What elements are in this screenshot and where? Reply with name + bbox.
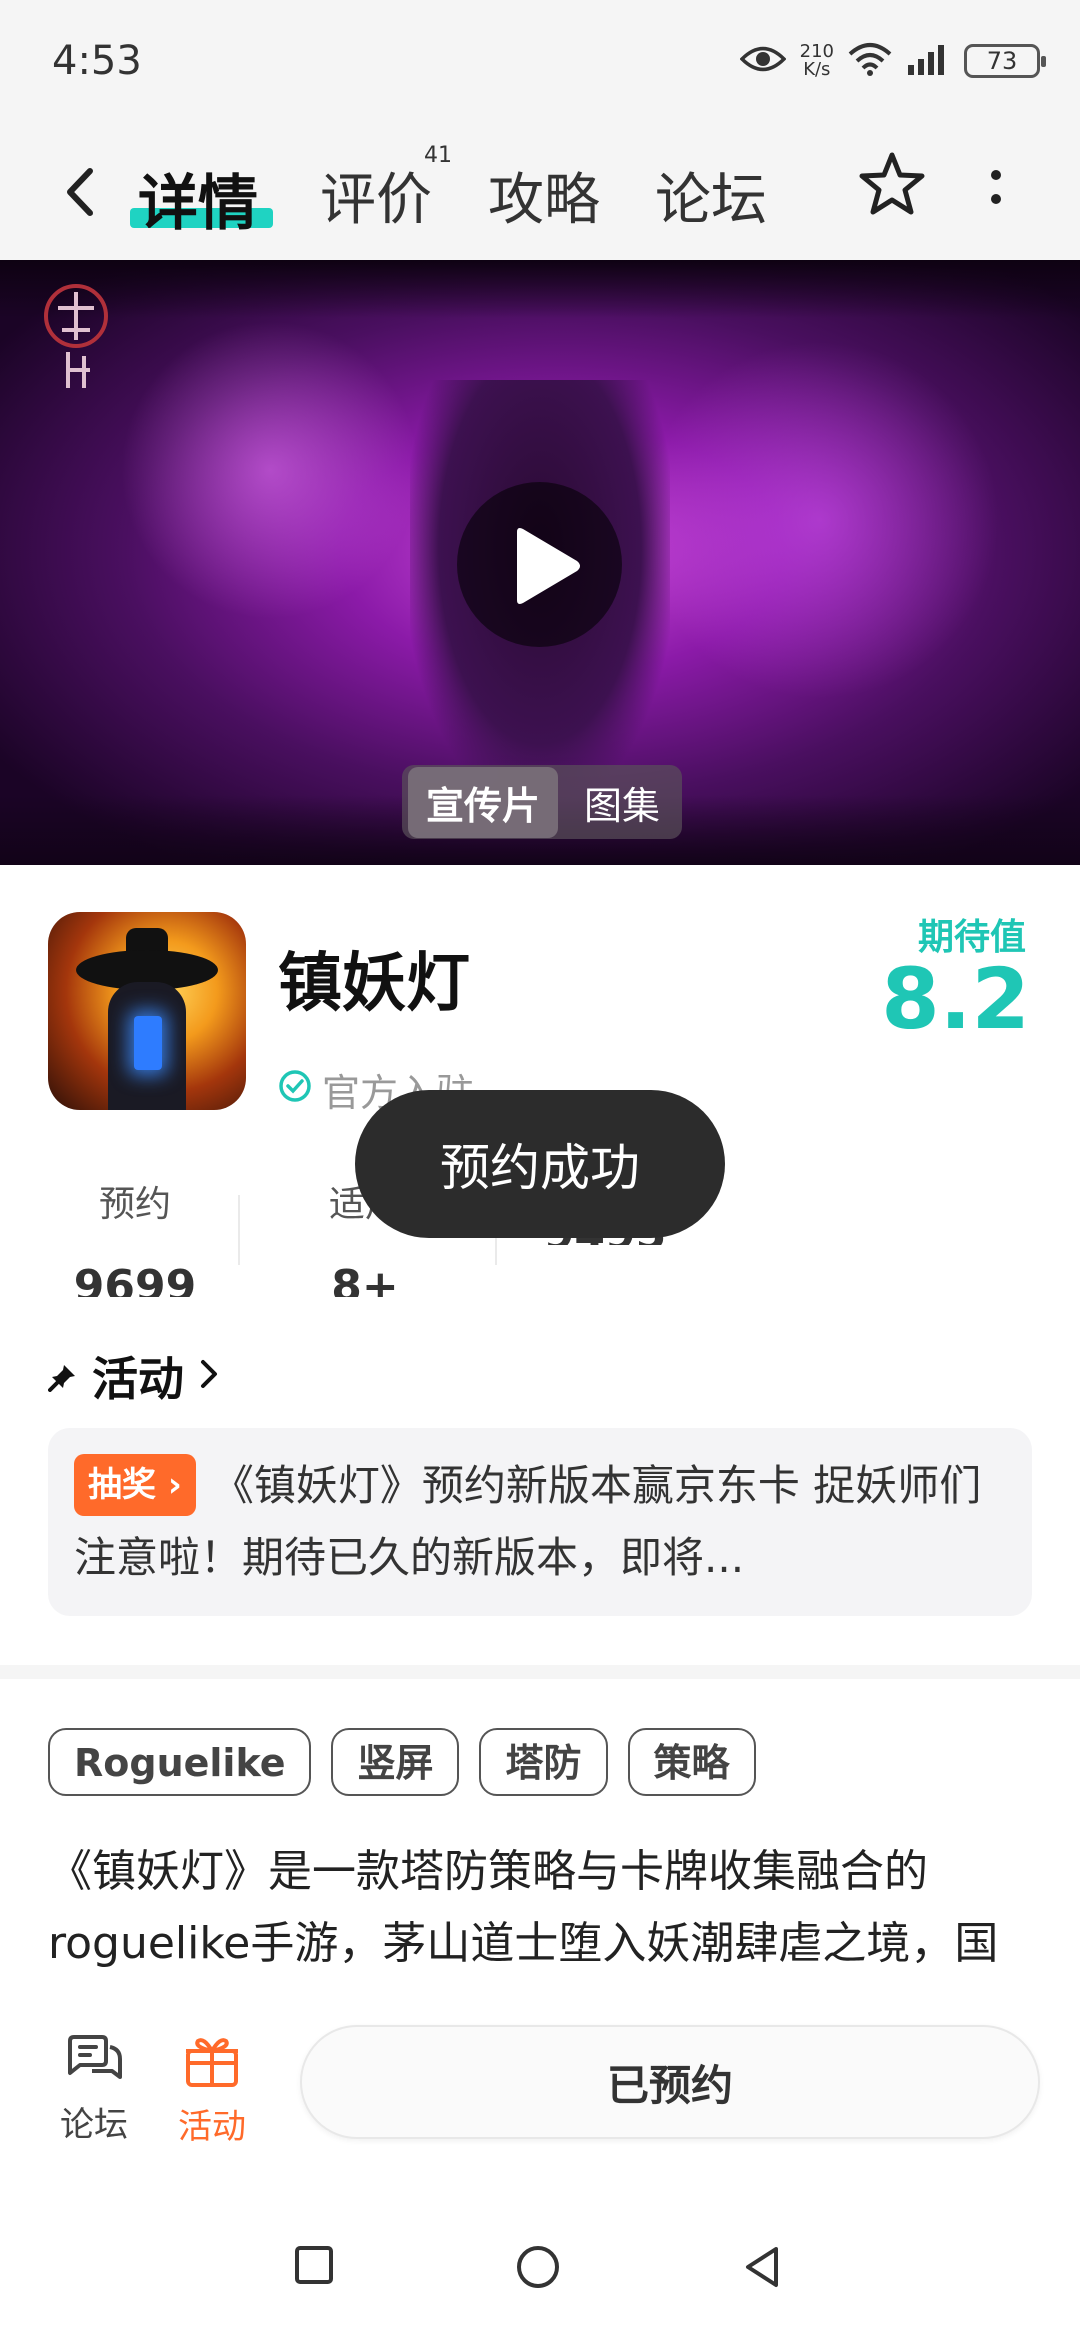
lottery-tag-label: 抽奖 [88, 1465, 156, 1505]
star-icon[interactable] [856, 149, 928, 221]
status-icons: 210 K/s 73 [739, 38, 1046, 84]
status-bar: 4:53 210 K/s 73 [0, 0, 1080, 125]
bottom-action-bar: 论坛 活动 已预约 [0, 1995, 1080, 2185]
activity-title: 活动 [92, 1352, 184, 1406]
game-title: 镇妖灯 [278, 947, 470, 1021]
wifi-icon [848, 42, 892, 80]
forum-label: 论坛 [60, 2105, 128, 2145]
status-time: 4:53 [52, 38, 142, 84]
game-logo-emblem [38, 278, 118, 398]
banner-edge [0, 260, 1080, 318]
reserved-button[interactable]: 已预约 [300, 2025, 1040, 2139]
pin-icon [48, 1349, 78, 1403]
chevron-right-icon: › [167, 1465, 182, 1505]
stat-divider [238, 1195, 240, 1265]
play-icon [517, 528, 580, 604]
forum-chat-icon [62, 2035, 126, 2091]
gift-icon [182, 2038, 242, 2093]
activity-text: 《镇妖灯》预约新版本赢京东卡 捉妖师们注意啦！期待已久的新版本，即将... [74, 1461, 982, 1582]
stat-reservations: 预约 9699 [60, 1175, 210, 1297]
activity-section-header[interactable]: 活动 [48, 1343, 220, 1409]
game-description: 《镇妖灯》是一款塔防策略与卡牌收集融合的roguelike手游，茅山道士堕入妖潮… [48, 1846, 999, 1991]
tag-tower-defense[interactable]: 塔防 [479, 1728, 608, 1796]
net-speed-unit: K/s [803, 59, 831, 80]
tab-details[interactable]: 详情 [138, 155, 258, 242]
tag-strategy[interactable]: 策略 [627, 1728, 756, 1796]
tag-portrait[interactable]: 竖屏 [331, 1728, 460, 1796]
toggle-trailer[interactable]: 宣传片 [408, 766, 559, 838]
banner-art [120, 320, 420, 620]
genre-tags: Roguelike 竖屏 塔防 策略 [48, 1728, 756, 1796]
reservation-success-toast: 预约成功 [355, 1090, 725, 1238]
activity-card[interactable]: 抽奖 › 《镇妖灯》预约新版本赢京东卡 捉妖师们注意啦！期待已久的新版本，即将..… [48, 1428, 1032, 1616]
stat-label: 预约 [98, 1184, 171, 1225]
net-speed: 210 K/s [800, 43, 834, 79]
tag-roguelike[interactable]: Roguelike [48, 1728, 312, 1796]
stat-value: 9699 [73, 1261, 197, 1297]
promo-video-banner[interactable]: 宣传片 图集 [0, 260, 1080, 865]
home-icon[interactable] [516, 2245, 560, 2293]
media-toggle: 宣传片 图集 [402, 765, 682, 839]
tab-forum[interactable]: 论坛 [655, 155, 767, 236]
expectation-score: 8.2 [881, 950, 1030, 1048]
verified-check-icon [278, 1068, 312, 1112]
signal-icon [906, 43, 950, 79]
tab-guides[interactable]: 攻略 [488, 155, 600, 236]
eye-icon [739, 44, 787, 78]
battery-indicator: 73 [964, 44, 1046, 78]
lottery-tag: 抽奖 › [74, 1454, 196, 1516]
play-button[interactable] [457, 482, 622, 647]
toggle-gallery[interactable]: 图集 [566, 767, 678, 838]
banner-art [640, 340, 1000, 700]
chevron-right-icon [198, 1349, 220, 1403]
back-icon[interactable] [56, 157, 106, 227]
recents-icon[interactable] [294, 2245, 334, 2289]
reviews-count-badge: 41 [424, 143, 452, 168]
system-nav-bar [0, 2200, 1080, 2331]
back-nav-icon[interactable] [742, 2245, 782, 2293]
forum-button[interactable]: 论坛 [44, 2033, 144, 2146]
activity-label: 活动 [178, 2107, 246, 2147]
tab-reviews[interactable]: 评价 [320, 155, 432, 236]
stat-value: 8+ [331, 1261, 399, 1297]
activity-button[interactable]: 活动 [162, 2033, 262, 2148]
top-nav: 详情 评价 41 攻略 论坛 [0, 125, 1080, 260]
section-divider [0, 1665, 1080, 1679]
game-app-icon [48, 912, 246, 1110]
more-icon[interactable] [978, 161, 1014, 221]
